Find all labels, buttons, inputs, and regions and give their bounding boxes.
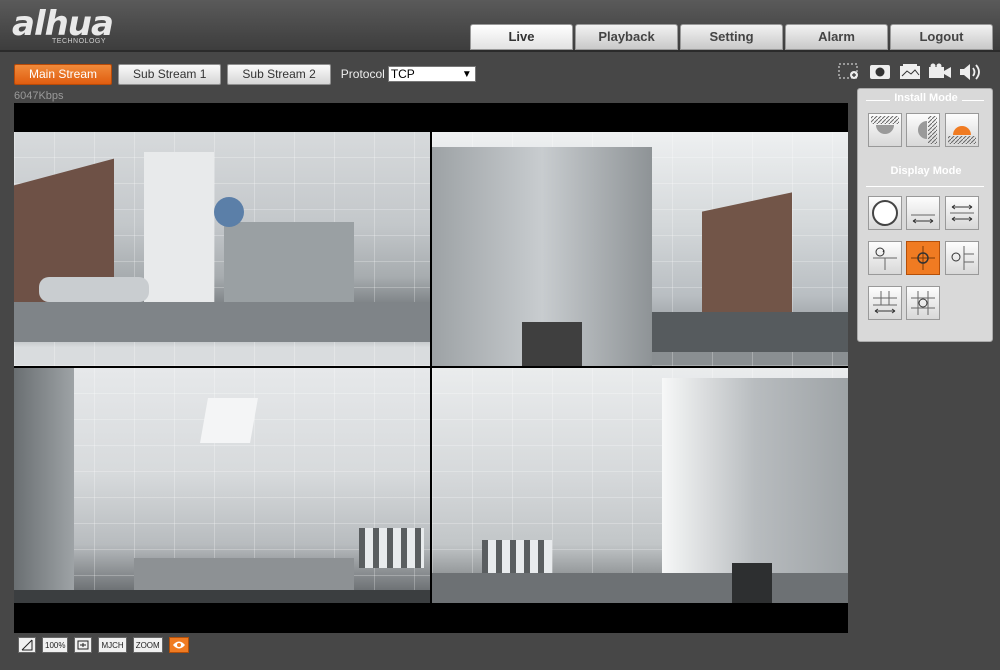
quad-view-icon[interactable] (906, 241, 940, 275)
tab-alarm[interactable]: Alarm (785, 24, 888, 50)
install-mode-title: Install Mode (858, 92, 994, 104)
tab-logout[interactable]: Logout (890, 24, 993, 50)
original-circle-icon[interactable] (868, 196, 902, 230)
wall-mount-icon[interactable] (906, 113, 940, 147)
fisheye-panel: Install Mode Display Mode (857, 88, 993, 342)
triple-snapshot-icon[interactable] (898, 62, 922, 82)
digital-zoom-button[interactable]: ZOOM (132, 637, 163, 653)
sub-stream-2-button[interactable]: Sub Stream 2 (227, 63, 331, 85)
dahua-logo: alhua TECHNOLOGY (12, 6, 142, 46)
original-size-button[interactable]: 100% (42, 637, 69, 653)
1p-plus-8-icon[interactable] (906, 286, 940, 320)
live-tools (838, 62, 982, 82)
eye-icon[interactable] (168, 637, 189, 653)
video-quad-top-right (432, 132, 848, 366)
fit-icon[interactable] (74, 637, 93, 653)
snapshot-icon[interactable] (868, 62, 892, 82)
tab-live[interactable]: Live (470, 24, 573, 50)
tab-playback[interactable]: Playback (575, 24, 678, 50)
live-video[interactable] (14, 103, 848, 633)
ceiling-mount-icon[interactable] (868, 113, 902, 147)
video-quad-top-left (14, 132, 430, 366)
protocol-select[interactable]: TCP ▼ (387, 66, 476, 82)
logo-subtitle: TECHNOLOGY (52, 38, 107, 45)
panorama-double-icon[interactable] (945, 196, 979, 230)
main-tabs: Live Playback Setting Alarm Logout (470, 24, 995, 50)
tab-setting[interactable]: Setting (680, 24, 783, 50)
video-quad-bottom-right (432, 368, 848, 603)
top-header: alhua TECHNOLOGY Live Playback Setting A… (0, 0, 1000, 52)
1p-plus-4-icon[interactable] (945, 241, 979, 275)
record-icon[interactable] (928, 62, 952, 82)
audio-icon[interactable] (958, 62, 982, 82)
zoom-region-icon[interactable] (838, 62, 862, 82)
1p-plus-3-icon[interactable] (868, 241, 902, 275)
video-bottom-bar: 100% MJCH ZOOM (14, 634, 848, 656)
image-adjust-icon[interactable] (18, 637, 36, 653)
panorama-180-icon[interactable] (906, 196, 940, 230)
main-stream-button[interactable]: Main Stream (14, 63, 113, 85)
video-quad-bottom-left (14, 368, 430, 603)
chevron-down-icon: ▼ (461, 69, 472, 80)
bitrate-readout: 6047Kbps (14, 90, 64, 102)
logo-text: alhua (12, 4, 114, 44)
protocol-value: TCP (390, 67, 415, 81)
mjpeg-button[interactable]: MJCH (98, 637, 127, 653)
protocol-label: Protocol (340, 67, 385, 81)
1p-plus-6-icon[interactable] (868, 286, 902, 320)
ground-mount-icon[interactable] (945, 113, 979, 147)
sub-stream-1-button[interactable]: Sub Stream 1 (118, 63, 222, 85)
stream-toolbar: Main Stream Sub Stream 1 Sub Stream 2 Pr… (14, 63, 476, 85)
display-mode-title: Display Mode (858, 165, 994, 177)
